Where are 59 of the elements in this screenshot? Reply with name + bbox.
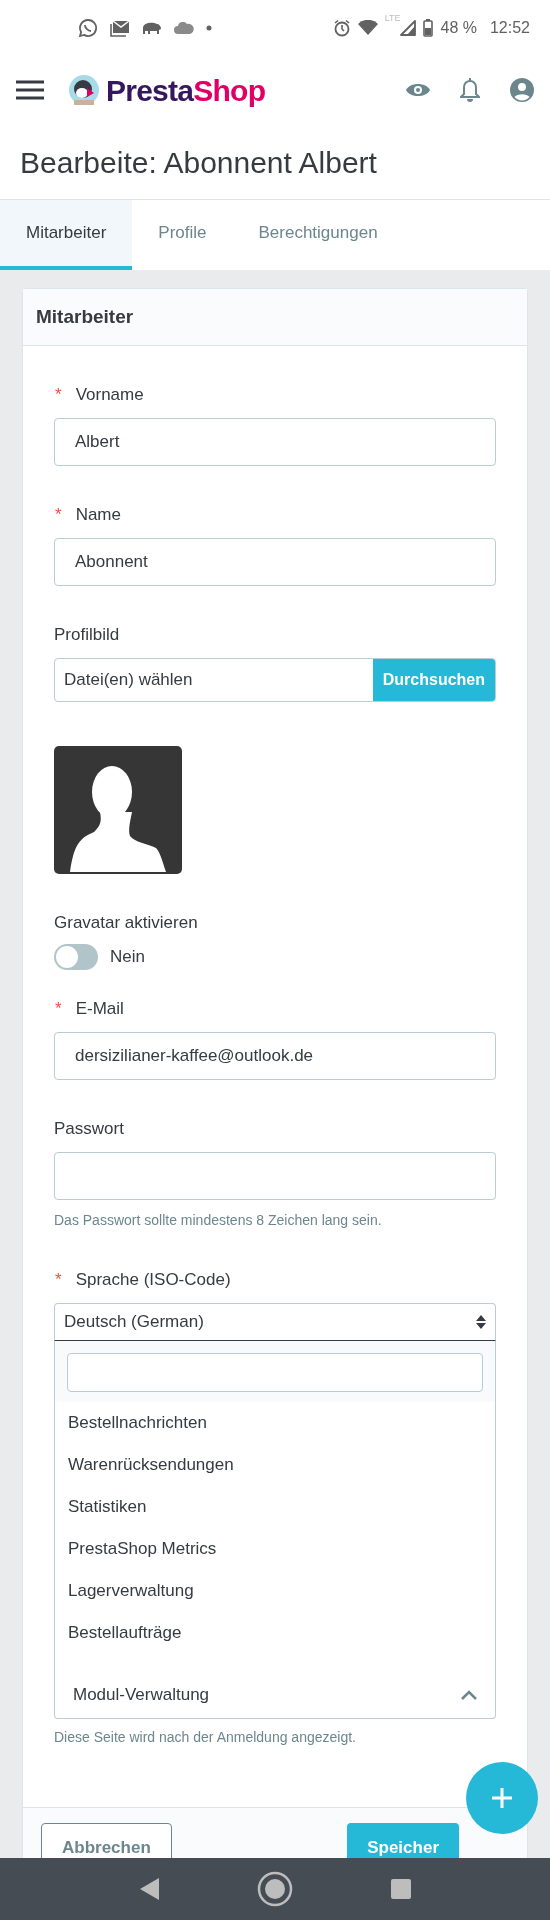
field-label: Gravatar aktivieren bbox=[54, 912, 199, 934]
dropdown-option[interactable]: PrestaShop Metrics bbox=[55, 1527, 495, 1570]
plus-icon bbox=[490, 1786, 514, 1810]
battery-icon bbox=[423, 18, 434, 37]
required-asterisk: * bbox=[55, 504, 62, 527]
help-text: Das Passwort sollte mindestens 8 Zeichen lang sein. bbox=[54, 1210, 383, 1230]
chevron-up-icon bbox=[461, 1689, 477, 1700]
dropdown-option[interactable]: Statistiken bbox=[55, 1485, 495, 1528]
wifi-icon bbox=[357, 19, 378, 36]
bell-icon bbox=[460, 78, 480, 102]
dropdown-option[interactable]: Warenrücksendungen bbox=[55, 1443, 495, 1486]
page-select[interactable]: Modul-Verwaltung bbox=[55, 1671, 495, 1718]
clock-time: 12:52 bbox=[489, 17, 530, 38]
recents-icon[interactable] bbox=[391, 1879, 411, 1899]
tab[interactable]: Mitarbeiter bbox=[0, 200, 133, 270]
puffin-logo-icon bbox=[68, 74, 100, 106]
password-field[interactable] bbox=[54, 1151, 496, 1200]
field-label: E-Mail bbox=[75, 997, 124, 1020]
eye-icon bbox=[406, 82, 430, 98]
file-placeholder: Datei(en) wählen bbox=[63, 669, 194, 692]
field-label: Sprache (ISO-Code) bbox=[75, 1268, 231, 1291]
field-label: Passwort bbox=[54, 1117, 124, 1140]
required-asterisk: * bbox=[55, 997, 62, 1020]
help-text: Diese Seite wird nach der Anmeldung angezeigt. bbox=[54, 1727, 357, 1747]
mail-icon bbox=[110, 18, 130, 37]
account-icon bbox=[510, 78, 534, 102]
required-asterisk: * bbox=[55, 384, 62, 407]
network-type-label: LTE bbox=[384, 11, 401, 25]
tab[interactable]: Profile bbox=[132, 200, 233, 270]
text-field[interactable]: Abonnent bbox=[54, 538, 496, 586]
file-input[interactable]: Datei(en) wählen Durchsuchen bbox=[54, 658, 496, 702]
page-title: Bearbeite: Abonnent Albert bbox=[20, 144, 377, 181]
logo-text: PrestaShop bbox=[106, 72, 266, 109]
sort-arrows-icon bbox=[476, 1314, 486, 1329]
back-icon[interactable] bbox=[139, 1878, 159, 1900]
dropdown-option[interactable]: Lagerverwaltung bbox=[55, 1569, 495, 1612]
field-label: Vorname bbox=[75, 384, 144, 407]
text-field[interactable]: dersizilianer-kaffee@outlook.de bbox=[54, 1031, 496, 1080]
dot-icon bbox=[206, 24, 212, 31]
cancel-button[interactable]: Abbrechen bbox=[41, 1823, 172, 1858]
home-icon[interactable] bbox=[257, 1871, 293, 1907]
dropdown-option[interactable]: Bestellaufträge bbox=[55, 1611, 495, 1654]
search-field[interactable] bbox=[67, 1352, 483, 1392]
tab[interactable]: Berechtigungen bbox=[232, 200, 404, 270]
dropdown-option[interactable]: Bestellnachrichten bbox=[55, 1401, 495, 1444]
card-title: Mitarbeiter bbox=[36, 304, 134, 329]
toggle-switch[interactable] bbox=[54, 943, 98, 970]
toggle-state-label: Nein bbox=[110, 945, 145, 968]
chat-icon bbox=[78, 17, 98, 38]
alarm-clock-icon bbox=[332, 18, 351, 37]
field-label: Profilbild bbox=[54, 624, 120, 647]
field-label: Name bbox=[75, 504, 121, 527]
language-select[interactable]: Deutsch (German) bbox=[54, 1302, 496, 1341]
cloud-icon bbox=[174, 21, 194, 34]
menu-icon bbox=[16, 80, 44, 100]
battery-level: 48 % bbox=[440, 17, 477, 38]
signal-icon bbox=[400, 19, 417, 36]
text-field[interactable]: Albert bbox=[54, 418, 496, 466]
required-asterisk: * bbox=[55, 1268, 62, 1291]
